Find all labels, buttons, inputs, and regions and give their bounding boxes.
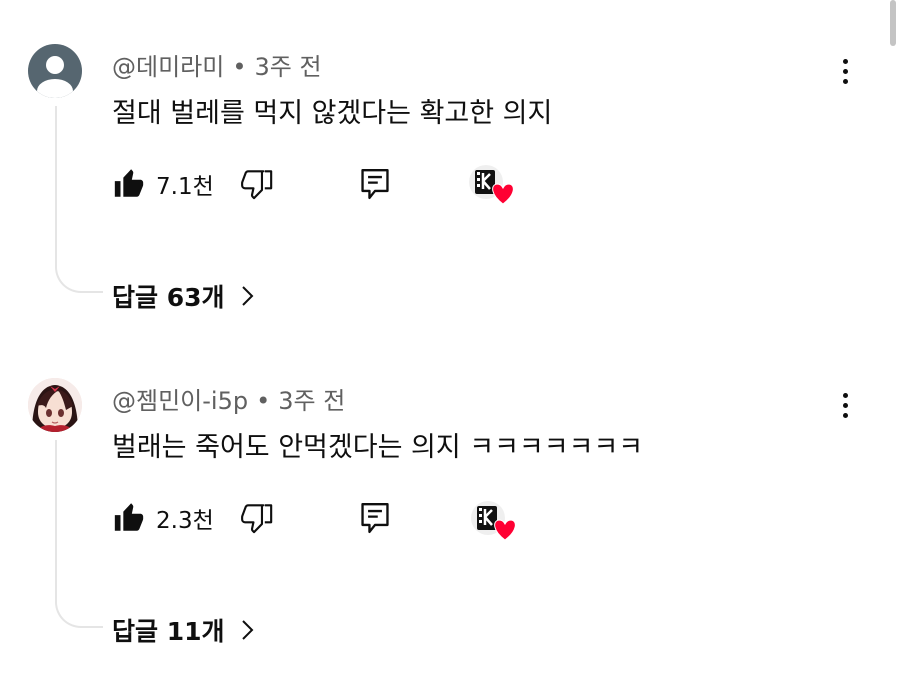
comment-text: 벌래는 죽어도 안먹겠다는 의지 ㅋㅋㅋㅋㅋㅋㅋ bbox=[112, 432, 644, 463]
creator-heart-icon bbox=[471, 501, 516, 541]
replies-label: 답글 11개 bbox=[112, 617, 225, 646]
reply-thread-line bbox=[55, 440, 103, 628]
reply-button[interactable] bbox=[358, 498, 392, 538]
more-options-button[interactable] bbox=[832, 388, 858, 422]
dislike-button[interactable] bbox=[240, 498, 274, 538]
chevron-right-icon bbox=[241, 618, 255, 642]
comment-thread: @젬민이-i5p • 3주 전 벌래는 죽어도 안먹겠다는 의지 ㅋㅋㅋㅋㅋㅋㅋ 2… bbox=[0, 0, 900, 698]
comment-actions: 2.3천 bbox=[112, 498, 532, 541]
creator-heart[interactable] bbox=[470, 498, 522, 542]
comment-author[interactable]: @젬민이-i5p bbox=[112, 387, 248, 415]
comment-time[interactable]: 3주 전 bbox=[278, 387, 345, 415]
meta-separator: • bbox=[256, 387, 271, 415]
like-count: 2.3천 bbox=[156, 508, 214, 534]
thumbs-up-filled-icon bbox=[114, 503, 144, 531]
comment-meta: @젬민이-i5p • 3주 전 bbox=[112, 381, 345, 416]
more-vertical-icon bbox=[842, 392, 848, 398]
comment-icon bbox=[361, 502, 389, 534]
view-replies-button[interactable]: 답글 11개 bbox=[112, 612, 255, 648]
like-button[interactable]: 2.3천 bbox=[112, 498, 214, 538]
avatar[interactable] bbox=[28, 378, 82, 432]
anime-character-avatar-icon bbox=[28, 378, 82, 432]
thumbs-down-outline-icon bbox=[241, 504, 273, 534]
